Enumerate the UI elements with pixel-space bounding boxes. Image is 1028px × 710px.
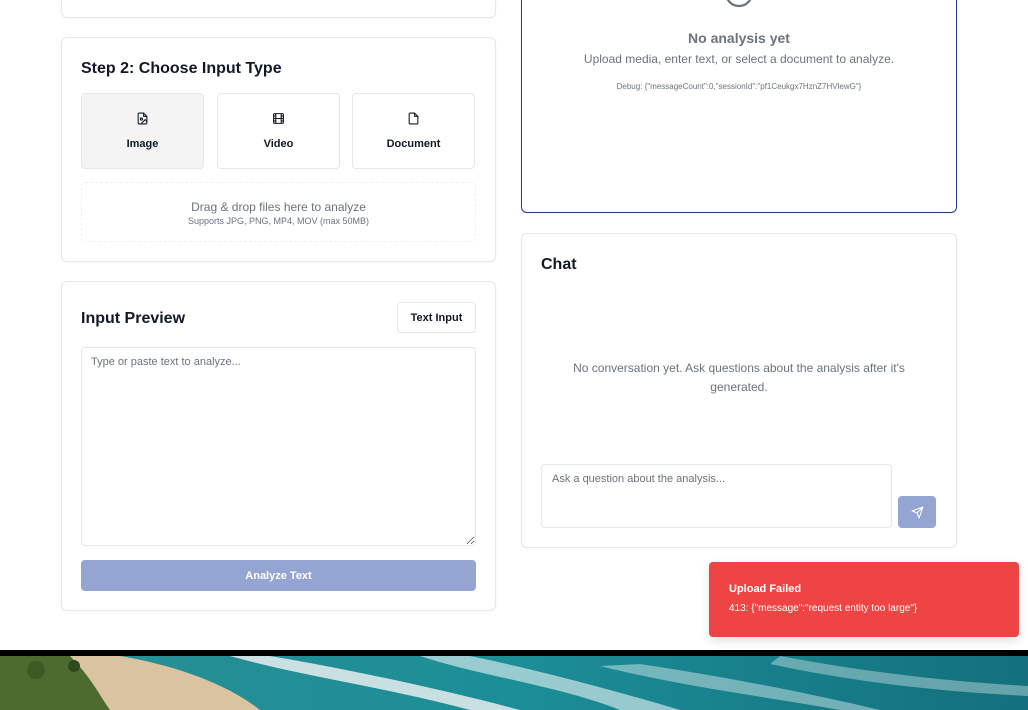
analysis-results-card: No analysis yet Upload media, enter text… [521,0,957,213]
analysis-text-input[interactable] [81,347,476,546]
footer-background [0,650,1028,710]
step2-card: Step 2: Choose Input Type Image Video Do… [61,37,496,262]
toast-title: Upload Failed [729,583,802,595]
analysis-empty-title: No analysis yet [688,30,790,46]
dropzone-instructions: Drag & drop files here to analyze [191,200,366,214]
input-type-video-label: Video [263,138,294,150]
analyze-text-button[interactable]: Analyze Text [81,560,476,591]
send-message-button[interactable] [898,496,936,528]
image-file-icon [137,112,148,125]
input-type-video-button[interactable]: Video [217,93,340,169]
beach-aerial-image [0,656,1028,710]
debug-info: Debug: {"messageCount":0,"sessionId":"pf… [616,82,862,91]
input-preview-title: Input Preview [81,310,186,327]
step2-title: Step 2: Choose Input Type [81,60,282,77]
text-input-button[interactable]: Text Input [397,302,476,333]
chat-card: Chat No conversation yet. Ask questions … [521,233,957,548]
dropzone-supported-formats: Supports JPG, PNG, MP4, MOV (max 50MB) [187,216,370,226]
chat-title: Chat [541,256,577,273]
film-icon [273,113,284,124]
input-type-document-label: Document [386,138,441,150]
clock-icon [726,0,752,8]
input-type-document-button[interactable]: Document [352,93,475,169]
file-dropzone[interactable]: Drag & drop files here to analyze Suppor… [81,182,476,242]
analysis-empty-subtitle: Upload media, enter text, or select a do… [583,52,895,66]
chat-question-input[interactable] [541,464,892,528]
chat-empty-message: No conversation yet. Ask questions about… [573,361,905,394]
file-icon [408,112,419,125]
send-icon [911,506,923,518]
upload-error-toast[interactable]: Upload Failed 413: {"message":"request e… [709,562,1019,637]
input-preview-card: Input Preview Text Input Analyze Text [61,281,496,611]
previous-step-card [61,0,496,18]
input-type-image-button[interactable]: Image [81,93,204,169]
toast-message: 413: {"message":"request entity too larg… [729,603,918,614]
input-type-image-label: Image [126,138,159,150]
